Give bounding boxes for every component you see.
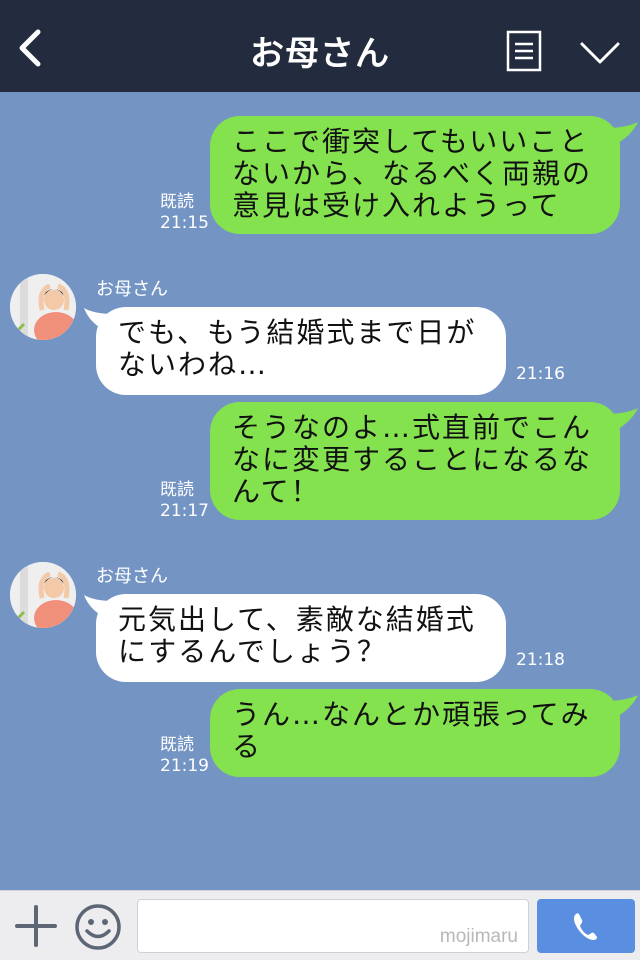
message-line: 元気出して、素敵な結婚式 — [118, 603, 476, 636]
input-bar: mojimaru — [0, 890, 640, 960]
message-line: ないわね… — [118, 348, 269, 381]
message-time: 21:18 — [516, 650, 565, 670]
avatar[interactable] — [10, 274, 76, 340]
chat-area[interactable]: 既読 21:15 ここで衝突してもいいこと ないから、なるべく両親の 意見は受け… — [0, 92, 640, 890]
outgoing-message-bubble[interactable]: そうなのよ…式直前でこん なに変更することになるな んて！ — [210, 402, 620, 520]
avatar-image — [10, 274, 76, 340]
outgoing-message-bubble[interactable]: うん…なんとか頑張ってみ る — [210, 689, 620, 777]
call-button[interactable] — [537, 899, 635, 953]
avatar-image — [10, 562, 76, 628]
smiley-icon — [75, 904, 121, 950]
message-line: でも、もう結婚式まで日が — [118, 316, 477, 349]
avatar[interactable] — [10, 562, 76, 628]
message-line: 意見は受け入れようって — [232, 189, 561, 222]
message-meta: 既読 21:19 — [160, 735, 209, 777]
message-meta: 既読 21:17 — [160, 480, 209, 522]
menu-button[interactable] — [506, 30, 542, 72]
read-label: 既読 — [160, 192, 194, 212]
message-time: 21:16 — [516, 364, 565, 384]
message-meta: 既読 21:15 — [160, 192, 209, 234]
phone-icon — [574, 913, 597, 940]
message-line: にするんでしょう？ — [118, 635, 387, 668]
bubble-tail — [606, 122, 638, 146]
message-line: ここで衝突してもいいこと — [232, 125, 590, 158]
add-button[interactable] — [14, 903, 58, 949]
sender-name: お母さん — [96, 566, 168, 587]
message-line: なに変更することになるな — [232, 443, 593, 476]
message-time: 21:15 — [160, 213, 209, 233]
collapse-button[interactable] — [578, 38, 622, 68]
message-line: そうなのよ…式直前でこん — [232, 411, 593, 444]
message-line: る — [232, 730, 263, 763]
incoming-message-bubble[interactable]: 元気出して、素敵な結婚式 にするんでしょう？ — [96, 594, 506, 682]
incoming-message-bubble[interactable]: でも、もう結婚式まで日が ないわね… — [96, 307, 506, 395]
bubble-tail — [606, 408, 638, 432]
message-line: うん…なんとか頑張ってみ — [232, 698, 591, 731]
chevron-down-icon — [580, 42, 620, 64]
read-label: 既読 — [160, 480, 194, 500]
message-time: 21:19 — [160, 756, 209, 776]
chat-title: お母さん — [250, 34, 390, 74]
emoji-button[interactable] — [74, 903, 122, 951]
outgoing-message-bubble[interactable]: ここで衝突してもいいこと ないから、なるべく両親の 意見は受け入れようって — [210, 116, 620, 234]
message-line: ないから、なるべく両親の — [232, 157, 593, 190]
watermark-text: mojimaru — [439, 926, 518, 947]
sender-name: お母さん — [96, 279, 168, 300]
chat-header: お母さん — [0, 0, 640, 92]
message-line: んて！ — [232, 475, 321, 508]
message-time: 21:17 — [160, 501, 209, 521]
message-input[interactable]: mojimaru — [137, 899, 529, 953]
bubble-tail — [606, 695, 638, 719]
read-label: 既読 — [160, 735, 194, 755]
document-lines-icon — [506, 30, 542, 72]
plus-icon — [15, 905, 57, 947]
